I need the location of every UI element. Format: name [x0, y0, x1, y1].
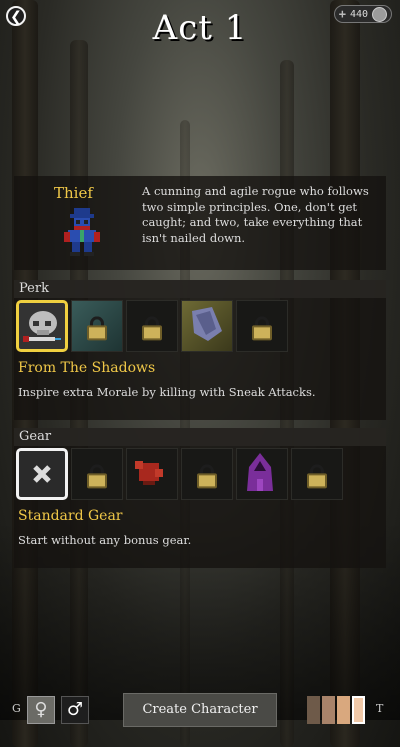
gear-slot-3[interactable]	[126, 448, 178, 500]
male-icon: ♂	[66, 699, 84, 720]
gear-slot-1[interactable]	[16, 448, 68, 500]
skin-tone-2[interactable]	[322, 696, 335, 724]
male-button[interactable]: ♂	[61, 696, 89, 724]
character-panel: Thief A cunning and agile rogue who foll…	[14, 176, 386, 270]
skin-tone-3[interactable]	[337, 696, 350, 724]
skin-tone-1[interactable]	[307, 696, 320, 724]
create-character-button[interactable]: Create Character	[123, 693, 277, 727]
perk-slot-4[interactable]	[181, 300, 233, 352]
female-icon: ♀	[34, 699, 48, 720]
none-x-icon	[33, 465, 51, 483]
gear-header: Gear	[14, 428, 386, 446]
gear-slot-6[interactable]	[291, 448, 343, 500]
currency-counter[interactable]: + 440	[333, 5, 392, 23]
female-button[interactable]: ♀	[27, 696, 55, 724]
gear-slots	[16, 448, 343, 500]
perk-description: Inspire extra Morale by killing with Sne…	[18, 385, 316, 399]
character-name: Thief	[54, 184, 93, 202]
perk-slots	[16, 300, 288, 352]
lock-icon	[307, 464, 327, 489]
perk-slot-2[interactable]	[71, 300, 123, 352]
lock-icon	[252, 316, 272, 341]
red-creature-icon	[135, 461, 163, 485]
perk-header: Perk	[14, 280, 386, 298]
gear-name: Standard Gear	[18, 508, 123, 524]
lock-icon	[87, 316, 107, 341]
add-currency-icon[interactable]: +	[339, 7, 346, 21]
lock-icon	[87, 464, 107, 489]
gear-panel: Gear Standard Gear Start without any bon…	[14, 428, 386, 568]
lock-icon	[142, 316, 162, 341]
gear-slot-4[interactable]	[181, 448, 233, 500]
gear-slot-5[interactable]	[236, 448, 288, 500]
thief-sprite-icon	[64, 208, 100, 256]
perk-slot-3[interactable]	[126, 300, 178, 352]
perk-slot-5[interactable]	[236, 300, 288, 352]
gear-slot-2[interactable]	[71, 448, 123, 500]
tone-label: T	[376, 702, 384, 715]
coin-icon	[372, 6, 387, 22]
skin-tone-picker	[307, 696, 365, 724]
lock-icon	[197, 464, 217, 489]
perk-slot-1[interactable]	[16, 300, 68, 352]
gear-description: Start without any bonus gear.	[18, 533, 192, 547]
gender-label: G	[12, 702, 21, 715]
purple-hood-icon	[247, 453, 273, 491]
skin-tone-4[interactable]	[352, 696, 365, 724]
bottom-bar: G ♀ ♂ Create Character T	[0, 690, 400, 730]
perk-name: From The Shadows	[18, 360, 156, 376]
perk-panel: Perk From The Shadows Inspire extra Mora…	[14, 280, 386, 420]
skull-dagger-icon	[23, 311, 61, 342]
currency-amount: 440	[349, 8, 368, 20]
character-description: A cunning and agile rogue who follows tw…	[142, 184, 369, 245]
cloak-icon	[192, 307, 222, 341]
